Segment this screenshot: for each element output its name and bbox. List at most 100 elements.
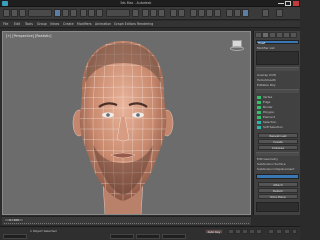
timeline-ticks [4,223,249,225]
pan-view-icon[interactable] [276,229,282,234]
time-slider[interactable]: 0 / 100 [4,218,24,222]
play-icon[interactable] [242,229,248,234]
viewcube-icon[interactable] [230,38,244,51]
menu-file[interactable]: File [3,22,8,26]
list-item-border[interactable]: Border [263,105,299,109]
menu-group[interactable]: Group [37,22,47,26]
angle-snap-icon[interactable] [150,9,157,17]
move-icon[interactable] [80,9,87,17]
params-box [256,202,299,212]
head-mesh-illustration [72,41,174,214]
percent-snap-icon[interactable] [158,9,165,17]
y-coordinate-field[interactable] [136,234,160,239]
repeat-last-button[interactable]: Repeat Last [258,133,298,138]
go-to-end-icon[interactable] [256,229,262,234]
maximize-icon[interactable] [285,1,291,6]
maxscript-listener-field[interactable] [3,234,27,239]
menu-modifiers[interactable]: Modifiers [77,22,92,26]
select-object-icon[interactable] [54,9,61,17]
render-setup-icon[interactable] [226,9,233,17]
x-coordinate-field[interactable] [110,234,134,239]
pivot-icon[interactable] [132,9,139,17]
command-panel-tabs [255,32,300,38]
rollout-subdivision-displacement[interactable]: Subdivision Displacement [257,167,299,171]
list-item-polygon[interactable]: Polygon [263,110,299,114]
title-bar: 3ds Max - Autodesk [0,0,300,7]
element-swatch-icon [257,116,261,119]
go-to-start-icon[interactable] [228,229,234,234]
highlight-field[interactable] [256,174,299,179]
vertex-swatch-icon [257,96,261,99]
app-logo-icon[interactable] [2,1,8,6]
menu-views[interactable]: Views [50,22,59,26]
z-coordinate-field[interactable] [162,234,186,239]
head-mesh-model[interactable] [63,35,183,214]
list-item-soft-selection[interactable]: Soft Selection [263,125,299,129]
attach-button[interactable]: Attach [258,182,298,187]
menu-graph-editors[interactable]: Graph Editors [114,22,136,26]
tab-motion[interactable] [276,32,283,38]
material-editor-icon[interactable] [214,9,221,17]
tab-create[interactable] [255,32,262,38]
rollout-subdivision-surface[interactable]: Subdivision Surface [257,162,299,166]
schematic-view-icon[interactable] [206,9,213,17]
reference-coordinate-dropdown[interactable] [106,9,130,17]
align-icon[interactable] [178,9,185,17]
mirror-icon[interactable] [170,9,177,17]
list-item-element[interactable]: Element [263,115,299,119]
rollout-edit-geometry[interactable]: Edit Geometry [257,157,299,161]
selection-filter-dropdown[interactable] [28,9,52,17]
tab-modify[interactable] [262,32,269,38]
rotate-icon[interactable] [88,9,95,17]
rendered-frame-icon[interactable] [234,9,241,17]
redo-icon[interactable] [11,9,18,17]
tab-hierarchy[interactable] [269,32,276,38]
undo-icon[interactable] [3,9,10,17]
soft-selection-swatch-icon [257,126,261,129]
minimize-icon[interactable] [278,1,284,4]
tab-display[interactable] [283,32,290,38]
zoom-extents-icon[interactable] [268,229,274,234]
rollout-smoothing[interactable]: TurboSmooth [257,78,299,82]
render-icon[interactable] [242,9,249,17]
menu-tools[interactable]: Tools [25,22,33,26]
modifier-list-dropdown[interactable]: Modifier List [257,46,299,50]
scale-icon[interactable] [96,9,103,17]
collapse-button[interactable]: Collapse [258,145,298,150]
list-item-vertex[interactable]: Vertex [263,95,299,99]
menu-rendering[interactable]: Rendering [137,22,153,26]
timeline[interactable]: 0 / 100 [2,216,251,225]
modifier-stack[interactable] [256,51,299,65]
create-button[interactable]: Create [258,139,298,144]
menu-edit[interactable]: Edit [14,22,20,26]
viewport-label[interactable]: [+] [Perspective] [Realistic] [6,34,51,38]
menu-bar: File Edit Tools Group Views Create Modif… [0,21,300,28]
select-by-name-icon[interactable] [62,9,69,17]
object-name-field[interactable]: Head [256,40,299,45]
menu-animation[interactable]: Animation [95,22,111,26]
rectangular-selection-icon[interactable] [70,9,77,17]
menu-create[interactable]: Create [63,22,74,26]
layer-manager-icon[interactable] [190,9,197,17]
status-bar: 1 Object Selected Auto Key [0,226,300,240]
rollout-editable-poly[interactable]: Editable Poly [257,83,299,87]
list-item-selection[interactable]: Selection [263,120,299,124]
curve-editor-icon[interactable] [198,9,205,17]
selection-swatch-icon [257,121,261,124]
help-icon[interactable] [276,9,283,17]
slice-plane-button[interactable]: Slice Plane [258,194,298,199]
snap-icon[interactable] [142,9,149,17]
rollout-selection[interactable]: Unwrap UVW [257,73,299,77]
link-icon[interactable] [19,9,26,17]
perspective-viewport[interactable]: [+] [Perspective] [Realistic] [2,31,251,215]
next-frame-icon[interactable] [249,229,255,234]
detach-button[interactable]: Detach [258,188,298,193]
auto-key-button[interactable]: Auto Key [205,229,223,234]
workspace-icon[interactable] [262,9,269,17]
previous-frame-icon[interactable] [235,229,241,234]
maximize-viewport-icon[interactable] [292,229,297,234]
list-item-edge[interactable]: Edge [263,100,299,104]
orbit-icon[interactable] [284,229,290,234]
tab-utilities[interactable] [290,32,297,38]
close-icon[interactable] [293,1,299,6]
